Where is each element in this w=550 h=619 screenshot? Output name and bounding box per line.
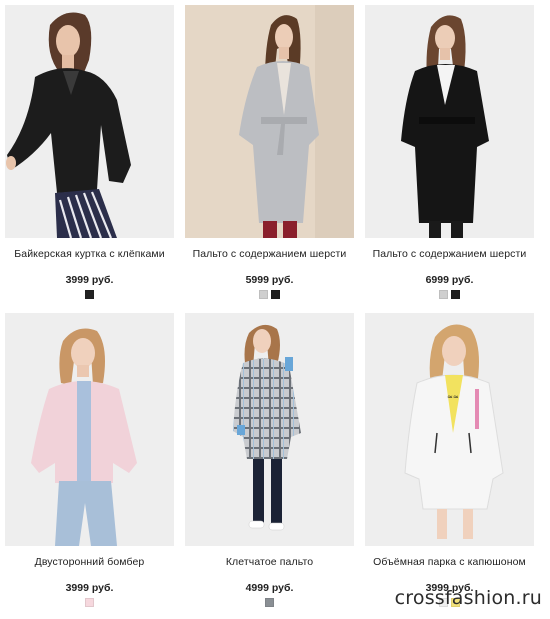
color-swatches xyxy=(185,290,354,299)
product-card[interactable]: Пальто с содержанием шерсти 5999 руб. xyxy=(185,5,354,311)
product-image[interactable]: ≈≈ xyxy=(365,313,534,546)
product-card[interactable]: Двусторонний бомбер 3999 руб. xyxy=(5,313,174,619)
product-price: 3999 руб. xyxy=(65,582,114,594)
product-price: 3999 руб. xyxy=(65,274,114,286)
product-card[interactable]: Клетчатое пальто 4999 руб. xyxy=(185,313,354,619)
color-swatches xyxy=(185,598,354,607)
product-title[interactable]: Клетчатое пальто xyxy=(185,556,354,568)
product-title[interactable]: Объёмная парка с капюшоном xyxy=(365,556,534,568)
color-swatches xyxy=(5,598,174,607)
product-card[interactable]: Пальто с содержанием шерсти 6999 руб. xyxy=(365,5,534,311)
product-title[interactable]: Двусторонний бомбер xyxy=(5,556,174,568)
color-swatches xyxy=(5,290,174,299)
color-swatch[interactable] xyxy=(85,598,94,607)
color-swatch[interactable] xyxy=(85,290,94,299)
product-price: 4999 руб. xyxy=(245,582,294,594)
color-swatches xyxy=(365,290,534,299)
product-image[interactable] xyxy=(185,313,354,546)
product-image[interactable] xyxy=(185,5,354,238)
site-watermark: crossfashion.ru xyxy=(394,587,542,609)
color-swatch[interactable] xyxy=(451,290,460,299)
color-swatch[interactable] xyxy=(259,290,268,299)
product-card[interactable]: Байкерская куртка с клёпками 3999 руб. xyxy=(5,5,174,311)
product-image[interactable] xyxy=(5,5,174,238)
color-swatch[interactable] xyxy=(271,290,280,299)
svg-text:≈≈: ≈≈ xyxy=(447,393,459,401)
product-grid: Байкерская куртка с клёпками 3999 руб. П… xyxy=(5,5,545,619)
product-title[interactable]: Пальто с содержанием шерсти xyxy=(185,248,354,260)
product-price: 5999 руб. xyxy=(245,274,294,286)
product-title[interactable]: Пальто с содержанием шерсти xyxy=(365,248,534,260)
product-image[interactable] xyxy=(5,313,174,546)
product-image[interactable] xyxy=(365,5,534,238)
product-title[interactable]: Байкерская куртка с клёпками xyxy=(5,248,174,260)
product-price: 6999 руб. xyxy=(425,274,474,286)
color-swatch[interactable] xyxy=(265,598,274,607)
color-swatch[interactable] xyxy=(439,290,448,299)
product-card[interactable]: ≈≈ Объёмная парка с капюшоном 3999 руб. xyxy=(365,313,534,619)
